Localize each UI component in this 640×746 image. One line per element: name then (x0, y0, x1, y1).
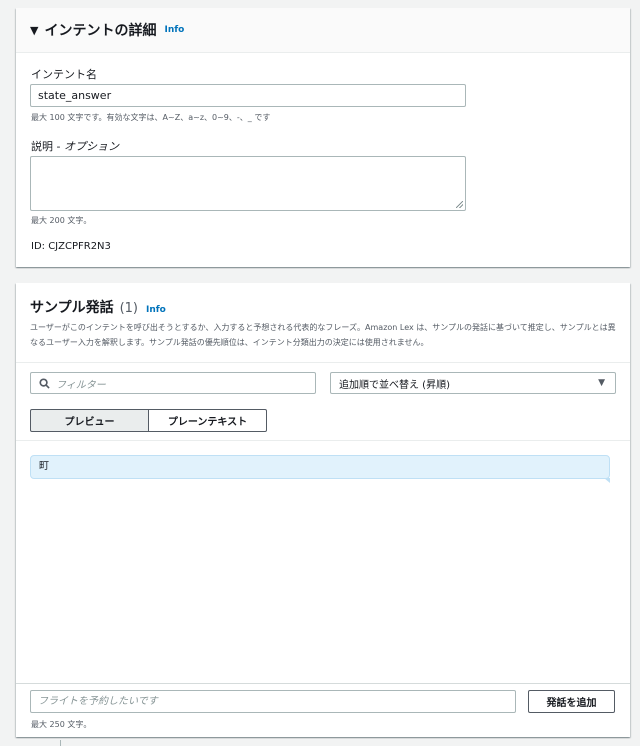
intent-details-title: インテントの詳細 (44, 23, 157, 39)
utterances-description: ユーザーがこのインテントを呼び出そうとするか、入力すると予想される代表的なフレー… (30, 323, 616, 347)
resize-grip-icon[interactable] (456, 201, 463, 208)
intent-info-link[interactable]: Info (164, 25, 184, 35)
utterance-max-hint: 最大 250 文字。 (31, 720, 92, 729)
intent-name-label: インテント名 (31, 68, 97, 81)
utterances-info-link[interactable]: Info (146, 305, 166, 315)
divider (16, 362, 630, 363)
intent-name-hint: 最大 100 文字です。有効な文字は、A~Z、a~z、0~9、-、_ です (31, 113, 271, 122)
collapse-caret-icon[interactable]: ▼ (30, 24, 38, 37)
tab-plain-text[interactable]: プレーンテキスト (149, 409, 267, 432)
utterances-title: サンプル発話 (30, 300, 114, 316)
description-label-text: 説明 - (31, 140, 64, 153)
filter-input[interactable]: フィルター (30, 372, 316, 394)
description-optional-label: オプション (63, 140, 119, 153)
intent-details-header[interactable]: ▼ インテントの詳細 Info (16, 8, 630, 53)
divider (60, 740, 61, 746)
sort-value: 追加順で並べ替え (昇順) (339, 379, 450, 391)
description-label: 説明 - オプション (31, 138, 119, 154)
description-textarea[interactable] (30, 156, 466, 211)
utterance-item[interactable]: 町 (30, 455, 610, 483)
sample-utterances-panel: サンプル発話 (1) Info ユーザーがこのインテントを呼び出そうとするか、入… (16, 283, 630, 737)
view-toggle: プレビュー プレーンテキスト (30, 409, 267, 432)
sort-select[interactable]: 追加順で並べ替え (昇順) ▼ (330, 372, 616, 394)
divider (16, 683, 630, 684)
utterances-header: サンプル発話 (1) Info (30, 297, 166, 317)
new-utterance-input[interactable]: フライトを予約したいです (30, 690, 516, 713)
divider (16, 440, 630, 441)
utterances-count: (1) (119, 301, 139, 316)
intent-name-input[interactable]: state_answer (30, 84, 466, 107)
search-icon (39, 377, 50, 389)
description-hint: 最大 200 文字。 (31, 216, 92, 225)
add-utterance-button[interactable]: 発話を追加 (528, 690, 615, 713)
intent-id: ID: CJZCPFR2N3 (31, 241, 111, 252)
intent-details-panel: ▼ インテントの詳細 Info インテント名 state_answer 最大 1… (16, 8, 630, 267)
caret-down-icon: ▼ (598, 378, 605, 388)
tab-preview[interactable]: プレビュー (30, 409, 149, 432)
filter-placeholder: フィルター (56, 379, 106, 391)
